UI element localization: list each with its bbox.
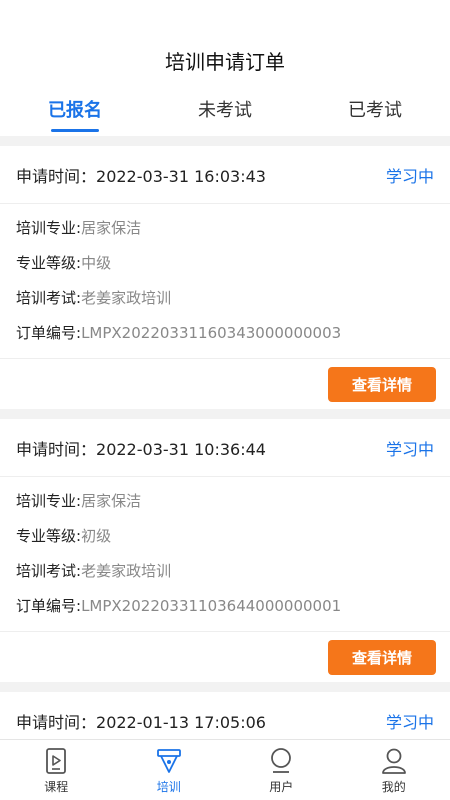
tab-label: 已报名 (48, 100, 102, 121)
order-card-footer: 查看详情 (0, 632, 450, 682)
status-badge: 学习中 (385, 166, 434, 186)
tab-enrolled[interactable]: 已报名 (0, 96, 150, 132)
apply-time: 申请时间：2022-01-13 17:05:06 (16, 709, 266, 733)
apply-time-label: 申请时间： (16, 166, 97, 186)
order-card-header: 申请时间：2022-03-31 16:03:43 学习中 (0, 146, 450, 204)
tabbar-label: 我的 (381, 780, 406, 794)
field-label: 订单编号: (16, 324, 82, 342)
detail-row-order-number: 订单编号: LMPX20220331160343000000003 (16, 315, 434, 350)
order-details: 培训专业: 居家保洁 专业等级: 初级 培训考试: 老姜家政培训 订单编号: L… (0, 477, 450, 632)
order-card: 申请时间：2022-03-31 16:03:43 学习中 培训专业: 居家保洁 … (0, 146, 450, 409)
field-label: 培训考试: (16, 289, 82, 307)
apply-time: 申请时间：2022-03-31 16:03:43 (16, 163, 266, 187)
detail-row-level: 专业等级: 初级 (16, 518, 434, 553)
view-details-button[interactable]: 查看详情 (328, 639, 436, 675)
tab-not-examined[interactable]: 未考试 (150, 96, 300, 132)
detail-row-exam: 培训考试: 老姜家政培训 (16, 553, 434, 588)
field-label: 专业等级: (16, 527, 82, 545)
tab-label: 未考试 (198, 100, 252, 121)
bottom-tab-bar: 课程 培训 用户 我的 (0, 739, 450, 800)
field-label: 培训专业: (16, 492, 82, 510)
page-title: 培训申请订单 (165, 50, 285, 74)
view-details-button[interactable]: 查看详情 (328, 366, 436, 402)
field-label: 专业等级: (16, 254, 82, 272)
active-tab-indicator (51, 129, 99, 132)
field-value: LMPX20220331103644000000001 (81, 596, 342, 615)
detail-row-level: 专业等级: 中级 (16, 245, 434, 280)
tabbar-item-user[interactable]: 用户 (225, 740, 338, 800)
apply-time: 申请时间：2022-03-31 10:36:44 (16, 436, 266, 460)
tabbar-label: 培训 (156, 780, 181, 794)
detail-row-order-number: 订单编号: LMPX20220331103644000000001 (16, 588, 434, 623)
tab-examined[interactable]: 已考试 (300, 96, 450, 132)
tabbar-item-training[interactable]: 培训 (113, 740, 226, 800)
user-icon (267, 746, 295, 776)
training-icon (155, 746, 183, 776)
detail-row-exam: 培训考试: 老姜家政培训 (16, 280, 434, 315)
apply-time-label: 申请时间： (16, 712, 97, 732)
apply-time-value: 2022-03-31 16:03:43 (96, 166, 266, 186)
field-value: LMPX20220331160343000000003 (81, 323, 342, 342)
order-card-header: 申请时间：2022-03-31 10:36:44 学习中 (0, 419, 450, 477)
status-badge: 学习中 (385, 439, 434, 459)
order-tabs: 已报名 未考试 已考试 (0, 96, 450, 132)
field-label: 培训专业: (16, 219, 82, 237)
status-badge: 学习中 (385, 712, 434, 732)
field-value: 居家保洁 (81, 492, 142, 510)
order-list: 申请时间：2022-03-31 16:03:43 学习中 培训专业: 居家保洁 … (0, 146, 450, 760)
tabbar-label: 用户 (269, 780, 294, 794)
apply-time-label: 申请时间： (16, 439, 97, 459)
order-details: 培训专业: 居家保洁 专业等级: 中级 培训考试: 老姜家政培训 订单编号: L… (0, 204, 450, 359)
field-value: 初级 (81, 527, 112, 545)
tab-label: 已考试 (348, 100, 402, 121)
field-value: 居家保洁 (81, 219, 142, 237)
tabbar-item-profile[interactable]: 我的 (338, 740, 450, 800)
field-label: 培训考试: (16, 562, 82, 580)
apply-time-value: 2022-01-13 17:05:06 (96, 712, 266, 732)
apply-time-value: 2022-03-31 10:36:44 (96, 439, 266, 459)
field-value: 老姜家政培训 (81, 289, 172, 307)
profile-icon (380, 746, 408, 776)
field-value: 中级 (81, 254, 112, 272)
field-value: 老姜家政培训 (81, 562, 172, 580)
tabbar-item-course[interactable]: 课程 (0, 740, 113, 800)
order-card-footer: 查看详情 (0, 359, 450, 409)
field-label: 订单编号: (16, 597, 82, 615)
page-header: 培训申请订单 已报名 未考试 已考试 (0, 0, 450, 136)
tabbar-label: 课程 (44, 780, 69, 794)
detail-row-major: 培训专业: 居家保洁 (16, 210, 434, 245)
order-card: 申请时间：2022-03-31 10:36:44 学习中 培训专业: 居家保洁 … (0, 419, 450, 682)
detail-row-major: 培训专业: 居家保洁 (16, 483, 434, 518)
course-icon (42, 746, 70, 776)
